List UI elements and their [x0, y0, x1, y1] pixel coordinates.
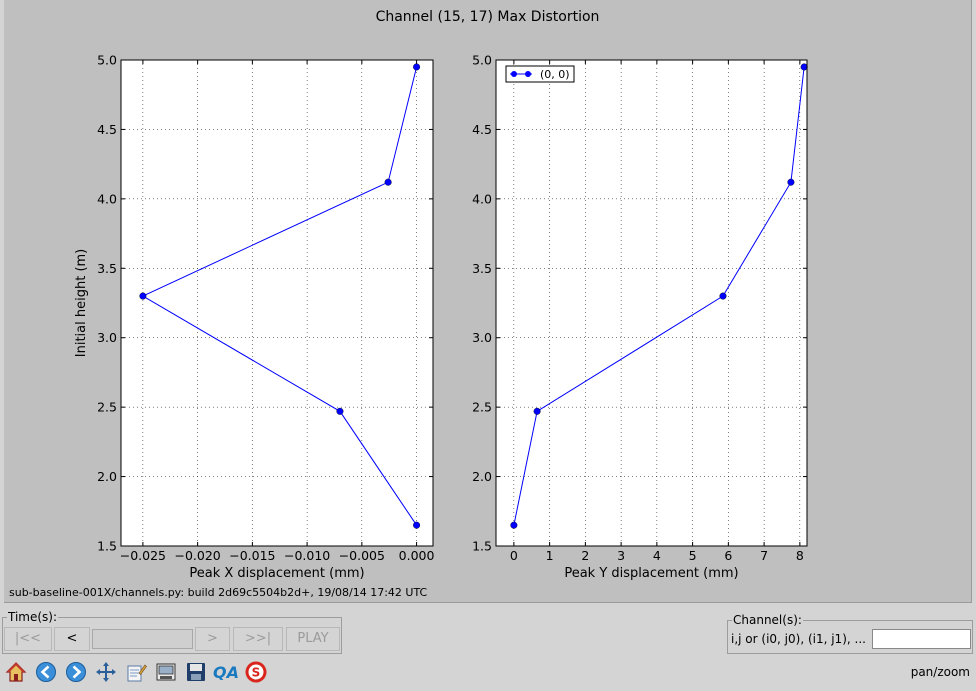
save-disk-icon[interactable]	[183, 659, 209, 685]
data-point	[787, 178, 795, 186]
qa-icon[interactable]: QA	[213, 659, 239, 685]
data-point	[139, 292, 147, 300]
x-tick-label: 4	[653, 548, 661, 563]
x-axis-label: Peak X displacement (mm)	[189, 566, 364, 581]
legend-entry: (0, 0)	[540, 68, 570, 81]
x-tick-label: 0.000	[399, 548, 435, 563]
first-frame-button[interactable]: |<<	[4, 627, 52, 651]
data-point	[384, 178, 392, 186]
x-tick-label: 3	[617, 548, 625, 563]
x-tick-label: 0	[510, 548, 518, 563]
y-tick-label: 3.0	[97, 330, 117, 345]
y-tick-label: 4.0	[97, 191, 117, 206]
figure-canvas[interactable]: Channel (15, 17) Max Distortion sub-basel…	[4, 0, 972, 603]
data-point	[719, 292, 727, 300]
pan-move-icon[interactable]	[93, 659, 119, 685]
y-tick-label: 1.5	[472, 539, 492, 554]
y-tick-label: 4.5	[472, 122, 492, 137]
time-panel-title: Time(s):	[7, 610, 59, 624]
play-button[interactable]: PLAY	[286, 627, 340, 651]
home-icon[interactable]	[3, 659, 29, 685]
s-badge-label: S	[252, 666, 261, 680]
channel-input[interactable]	[872, 629, 971, 649]
plot-area-0	[121, 60, 433, 546]
x-axis-label: Peak Y displacement (mm)	[564, 566, 738, 581]
x-tick-label: −0.015	[229, 548, 275, 563]
build-note: sub-baseline-001X/channels.py: build 2d6…	[9, 586, 428, 599]
legend-marker	[511, 71, 517, 77]
channel-hint: i,j or (i0, j0), (i1, j1), ...	[731, 632, 866, 646]
prev-frame-button[interactable]: <	[54, 627, 90, 651]
back-arrow-icon[interactable]	[33, 659, 59, 685]
print-icon[interactable]	[153, 659, 179, 685]
data-point	[336, 407, 344, 415]
forward-arrow-icon[interactable]	[63, 659, 89, 685]
y-tick-label: 3.0	[472, 330, 492, 345]
data-point	[413, 63, 421, 71]
y-tick-label: 4.5	[97, 122, 117, 137]
s-badge-icon[interactable]: S	[243, 659, 269, 685]
y-tick-label: 5.0	[97, 53, 117, 68]
figure-svg: Channel (15, 17) Max Distortion sub-basel…	[9, 9, 808, 599]
data-point	[413, 521, 421, 529]
y-tick-label: 2.5	[472, 400, 492, 415]
x-tick-label: 1	[546, 548, 554, 563]
x-tick-label: 7	[760, 548, 768, 563]
x-tick-label: −0.025	[120, 548, 166, 563]
x-tick-label: 2	[581, 548, 589, 563]
y-tick-label: 3.5	[97, 261, 117, 276]
time-slider[interactable]	[92, 629, 193, 649]
data-point	[533, 407, 541, 415]
x-tick-label: 6	[724, 548, 732, 563]
x-tick-label: 8	[796, 548, 804, 563]
x-tick-label: −0.010	[284, 548, 330, 563]
y-tick-label: 3.5	[472, 261, 492, 276]
y-tick-label: 4.0	[472, 191, 492, 206]
figure-title: Channel (15, 17) Max Distortion	[376, 9, 600, 25]
channel-panel-title: Channel(s):	[732, 613, 803, 627]
plot-area-1	[496, 60, 807, 546]
legend-marker	[525, 71, 531, 77]
mode-label: pan/zoom	[910, 665, 970, 679]
x-tick-label: 5	[689, 548, 697, 563]
y-axis-label: Initial height (m)	[74, 249, 89, 357]
last-frame-button[interactable]: >>|	[233, 627, 283, 651]
y-tick-label: 1.5	[97, 539, 117, 554]
edit-icon[interactable]	[123, 659, 149, 685]
x-tick-label: −0.005	[339, 548, 385, 563]
data-point	[800, 63, 808, 71]
x-tick-label: −0.020	[174, 548, 220, 563]
y-tick-label: 2.0	[472, 469, 492, 484]
qa-label: QA	[213, 662, 239, 682]
data-point	[510, 521, 518, 529]
y-tick-label: 5.0	[472, 53, 492, 68]
y-tick-label: 2.5	[97, 400, 117, 415]
y-tick-label: 2.0	[97, 469, 117, 484]
next-frame-button[interactable]: >	[195, 627, 230, 651]
